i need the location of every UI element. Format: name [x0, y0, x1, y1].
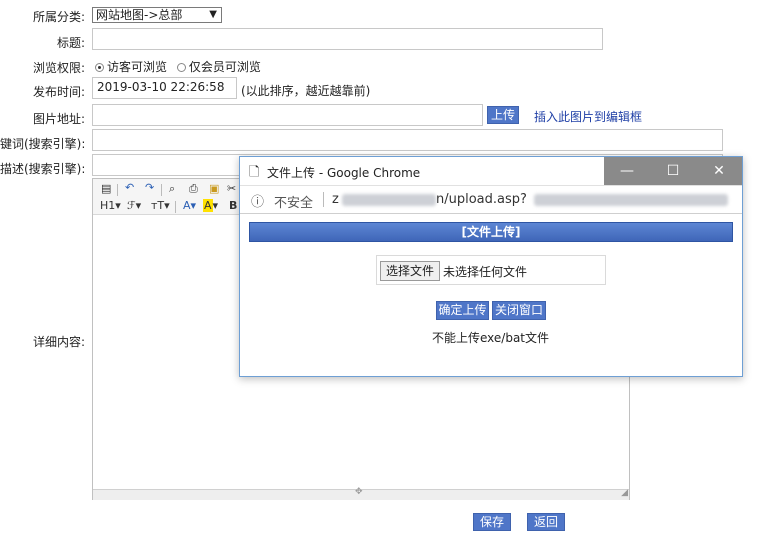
url-visible: n/upload.asp?: [436, 192, 527, 207]
save-button[interactable]: 保存: [473, 513, 511, 531]
title-input[interactable]: [92, 28, 603, 50]
address-divider: [323, 192, 324, 207]
font-family-dropdown[interactable]: ℱ▾: [127, 199, 141, 212]
radio-member-label: 仅会员可浏览: [188, 60, 261, 74]
font-color-label: A: [183, 199, 191, 212]
bg-color-button[interactable]: A▾: [203, 199, 218, 212]
category-value: 网站地图->总部: [96, 8, 183, 22]
category-select[interactable]: 网站地图->总部 ▼: [92, 7, 222, 23]
category-label: 所属分类:: [32, 10, 85, 24]
template-icon[interactable]: ▣: [209, 182, 219, 195]
maximize-icon[interactable]: ☐: [650, 157, 696, 185]
close-window-button[interactable]: 关闭窗口: [492, 301, 546, 320]
toolbar-divider: [161, 184, 162, 196]
resize-handle-icon[interactable]: ✥: [355, 487, 363, 497]
permission-label: 浏览权限:: [32, 61, 85, 75]
toolbar-divider: [117, 184, 118, 196]
choose-file-button[interactable]: 选择文件: [380, 261, 441, 281]
publish-time-input[interactable]: 2019-03-10 22:26:58: [92, 77, 237, 99]
upload-popup-window: 🗋 文件上传 - Google Chrome — ☐ ✕ ⓘ 不安全 z n/u…: [239, 156, 743, 377]
confirm-upload-button[interactable]: 确定上传: [436, 301, 489, 320]
insert-image-link[interactable]: 插入此图片到编辑框: [534, 108, 642, 125]
chevron-down-icon: ▼: [209, 9, 217, 20]
address-bar[interactable]: ⓘ 不安全 z n/upload.asp?: [240, 186, 742, 214]
description-label: 描述(搜索引擎):: [0, 162, 86, 176]
image-label: 图片地址:: [32, 112, 85, 126]
image-url-input[interactable]: [92, 104, 483, 126]
radio-visitor-label: 访客可浏览: [107, 60, 168, 74]
url-prefix: z: [332, 192, 339, 207]
file-icon: 🗋: [249, 165, 260, 180]
undo-icon[interactable]: ↶: [125, 181, 134, 194]
font-color-button[interactable]: A▾: [183, 199, 196, 212]
file-input-wrap: 选择文件 未选择任何文件: [376, 255, 606, 285]
font-size-label: тT: [151, 199, 165, 212]
close-icon[interactable]: ✕: [696, 157, 742, 185]
heading-label: H1: [100, 199, 116, 212]
radio-visitor[interactable]: [95, 63, 104, 72]
source-icon[interactable]: ▤: [101, 182, 111, 195]
title-label: 标题:: [56, 36, 85, 50]
preview-icon[interactable]: ⌕: [169, 182, 175, 196]
editor-resize-bar[interactable]: ✥ ◢: [93, 487, 629, 500]
font-family-label: ℱ: [127, 199, 136, 212]
bold-button[interactable]: B: [229, 199, 237, 212]
bg-color-label: A: [203, 199, 213, 212]
redo-icon[interactable]: ↷: [145, 181, 154, 194]
publish-hint: (以此排序，越近越靠前): [241, 84, 371, 98]
url-redacted: [534, 194, 728, 206]
minimize-icon[interactable]: —: [604, 157, 650, 185]
not-secure-label: 不安全: [274, 196, 314, 211]
keywords-input[interactable]: [92, 129, 723, 151]
corner-resize-icon[interactable]: ◢: [621, 488, 628, 498]
no-file-label: 未选择任何文件: [443, 265, 528, 279]
keywords-label: 键词(搜索引擎):: [0, 137, 86, 151]
publish-label: 发布时间:: [32, 85, 85, 99]
permission-radio-group: 访客可浏览 仅会员可浏览: [95, 58, 261, 75]
url-redacted: [342, 194, 436, 206]
back-button[interactable]: 返回: [527, 513, 565, 531]
content-label: 详细内容:: [32, 335, 85, 349]
upload-notice: 不能上传exe/bat文件: [432, 331, 550, 345]
info-icon[interactable]: ⓘ: [251, 191, 264, 210]
upload-header: [文件上传]: [249, 222, 733, 242]
popup-titlebar[interactable]: 🗋 文件上传 - Google Chrome — ☐ ✕: [240, 157, 742, 186]
print-icon[interactable]: ⎙: [189, 182, 198, 196]
radio-member[interactable]: [176, 63, 186, 72]
cut-icon[interactable]: ✂: [227, 182, 236, 195]
upload-button[interactable]: 上传: [487, 106, 519, 124]
popup-title: 文件上传 - Google Chrome: [267, 166, 421, 180]
font-size-dropdown[interactable]: тT▾: [151, 199, 170, 212]
heading-dropdown[interactable]: H1▾: [100, 199, 121, 212]
toolbar-divider: [175, 201, 176, 213]
